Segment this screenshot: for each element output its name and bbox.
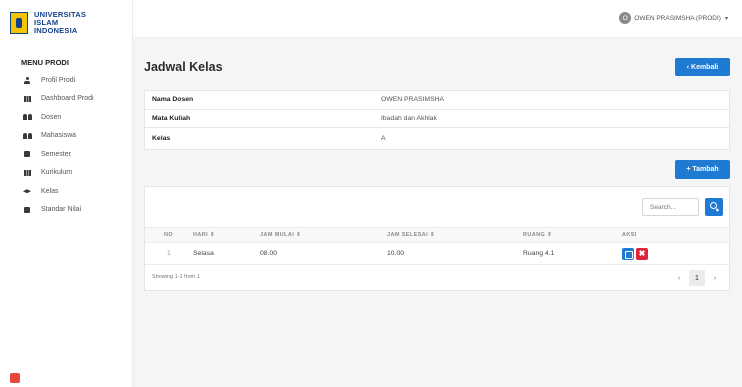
- box-icon: [21, 206, 33, 213]
- people-icon: [21, 114, 33, 121]
- user-name: OWEN PRASIMSHA (PRODI): [634, 14, 721, 22]
- menu-title: MENU PRODI: [21, 58, 69, 67]
- info-row: Mata Kuliah Ibadah dan Akhlak: [145, 110, 729, 128]
- back-button[interactable]: ‹ Kembali: [675, 58, 730, 76]
- cell-ruang: Ruang 4.1: [523, 250, 555, 257]
- search-icon[interactable]: [705, 198, 723, 216]
- schedule-table-card: NO HARI ⇕ JAM MULAI ⇕ JAM SELESAI ⇕ RUAN…: [144, 186, 730, 291]
- pagination-page-current[interactable]: 1: [689, 270, 705, 286]
- cell-aksi: ✖: [622, 243, 650, 264]
- cell-jam-mulai: 08.00: [260, 250, 278, 257]
- sidebar-item-standar-nilai[interactable]: Standar Nilai: [0, 201, 132, 220]
- info-value: Ibadah dan Akhlak: [381, 114, 437, 122]
- info-value: A: [381, 135, 386, 142]
- table-footer: Showing 1-1 from 1 ‹ 1 ›: [145, 265, 729, 291]
- sidebar-item-kurikulum[interactable]: Kurikulum: [0, 164, 132, 183]
- cap-icon: [21, 189, 33, 194]
- column-header-ruang[interactable]: RUANG ⇕: [523, 228, 552, 242]
- sidebar-item-profil-prodi[interactable]: Profil Prodi: [0, 71, 132, 90]
- column-header-no[interactable]: NO: [164, 228, 173, 242]
- sidebar-item-label: Kelas: [41, 187, 59, 195]
- column-header-jam-mulai[interactable]: JAM MULAI ⇕: [260, 228, 301, 242]
- column-header-jam-selesai[interactable]: JAM SELESAI ⇕: [387, 228, 435, 242]
- box-icon: [21, 151, 33, 158]
- add-schedule-button[interactable]: + Tambah: [675, 160, 730, 179]
- column-header-aksi: AKSI: [622, 232, 637, 238]
- sidebar-item-label: Dashboard Prodi: [41, 95, 94, 103]
- table-header: NO HARI ⇕ JAM MULAI ⇕ JAM SELESAI ⇕ RUAN…: [145, 227, 729, 243]
- column-header-hari[interactable]: HARI ⇕: [193, 228, 215, 242]
- sidebar-toggle-icon[interactable]: [10, 373, 20, 383]
- class-info-table: Nama Dosen OWEN PRASIMSHA Mata Kuliah Ib…: [144, 90, 730, 150]
- sidebar-item-label: Mahasiswa: [41, 132, 77, 140]
- cell-no: 1: [167, 250, 171, 257]
- avatar: O: [619, 12, 632, 24]
- topbar: O OWEN PRASIMSHA (PRODI) ▾: [133, 0, 742, 38]
- pagination-next-icon[interactable]: ›: [707, 270, 723, 286]
- grid-icon: [21, 95, 33, 102]
- page-title: Jadwal Kelas: [144, 60, 223, 74]
- sidebar-menu: Profil Prodi Dashboard Prodi Dosen Mahas…: [0, 71, 132, 219]
- pagination-prev-icon[interactable]: ‹: [671, 270, 687, 286]
- sidebar-item-label: Profil Prodi: [41, 76, 76, 84]
- info-key: Kelas: [152, 135, 171, 142]
- university-logo[interactable]: UNIVERSITAS ISLAM INDONESIA: [0, 0, 132, 46]
- pagination: ‹ 1 ›: [669, 270, 723, 286]
- info-row: Kelas A: [145, 128, 729, 149]
- table-icon: [21, 169, 33, 176]
- main-content: Jadwal Kelas ‹ Kembali Nama Dosen OWEN P…: [133, 38, 742, 387]
- showing-count: Showing 1-1 from 1: [152, 274, 200, 280]
- info-value: OWEN PRASIMSHA: [381, 96, 445, 104]
- cell-hari: Selasa: [193, 250, 214, 257]
- sidebar-item-dashboard-prodi[interactable]: Dashboard Prodi: [0, 90, 132, 109]
- brand-line-3: INDONESIA: [34, 26, 78, 35]
- caret-down-icon: ▾: [724, 15, 728, 22]
- user-menu[interactable]: O OWEN PRASIMSHA (PRODI) ▾: [619, 12, 728, 24]
- people-icon: [21, 132, 33, 139]
- search-input[interactable]: [642, 198, 699, 216]
- uii-crest-icon: [10, 12, 28, 34]
- info-row: Nama Dosen OWEN PRASIMSHA: [145, 91, 729, 110]
- edit-icon[interactable]: [622, 247, 634, 260]
- person-icon: [21, 77, 33, 84]
- sidebar-item-label: Semester: [41, 150, 71, 158]
- table-row: 1 Selasa 08.00 10.00 Ruang 4.1 ✖: [145, 243, 729, 265]
- sidebar-item-kelas[interactable]: Kelas: [0, 182, 132, 201]
- info-key: Mata Kuliah: [152, 114, 191, 122]
- sidebar-item-label: Dosen: [41, 113, 62, 121]
- cell-jam-selesai: 10.00: [387, 250, 405, 257]
- sidebar-item-mahasiswa[interactable]: Mahasiswa: [0, 127, 132, 146]
- info-key: Nama Dosen: [152, 96, 194, 104]
- sidebar-item-semester[interactable]: Semester: [0, 145, 132, 164]
- sidebar-item-label: Kurikulum: [41, 169, 73, 177]
- sidebar-item-dosen[interactable]: Dosen: [0, 108, 132, 127]
- sidebar-item-label: Standar Nilai: [41, 206, 82, 214]
- sidebar: UNIVERSITAS ISLAM INDONESIA MENU PRODI P…: [0, 0, 133, 387]
- delete-icon[interactable]: ✖: [636, 247, 648, 260]
